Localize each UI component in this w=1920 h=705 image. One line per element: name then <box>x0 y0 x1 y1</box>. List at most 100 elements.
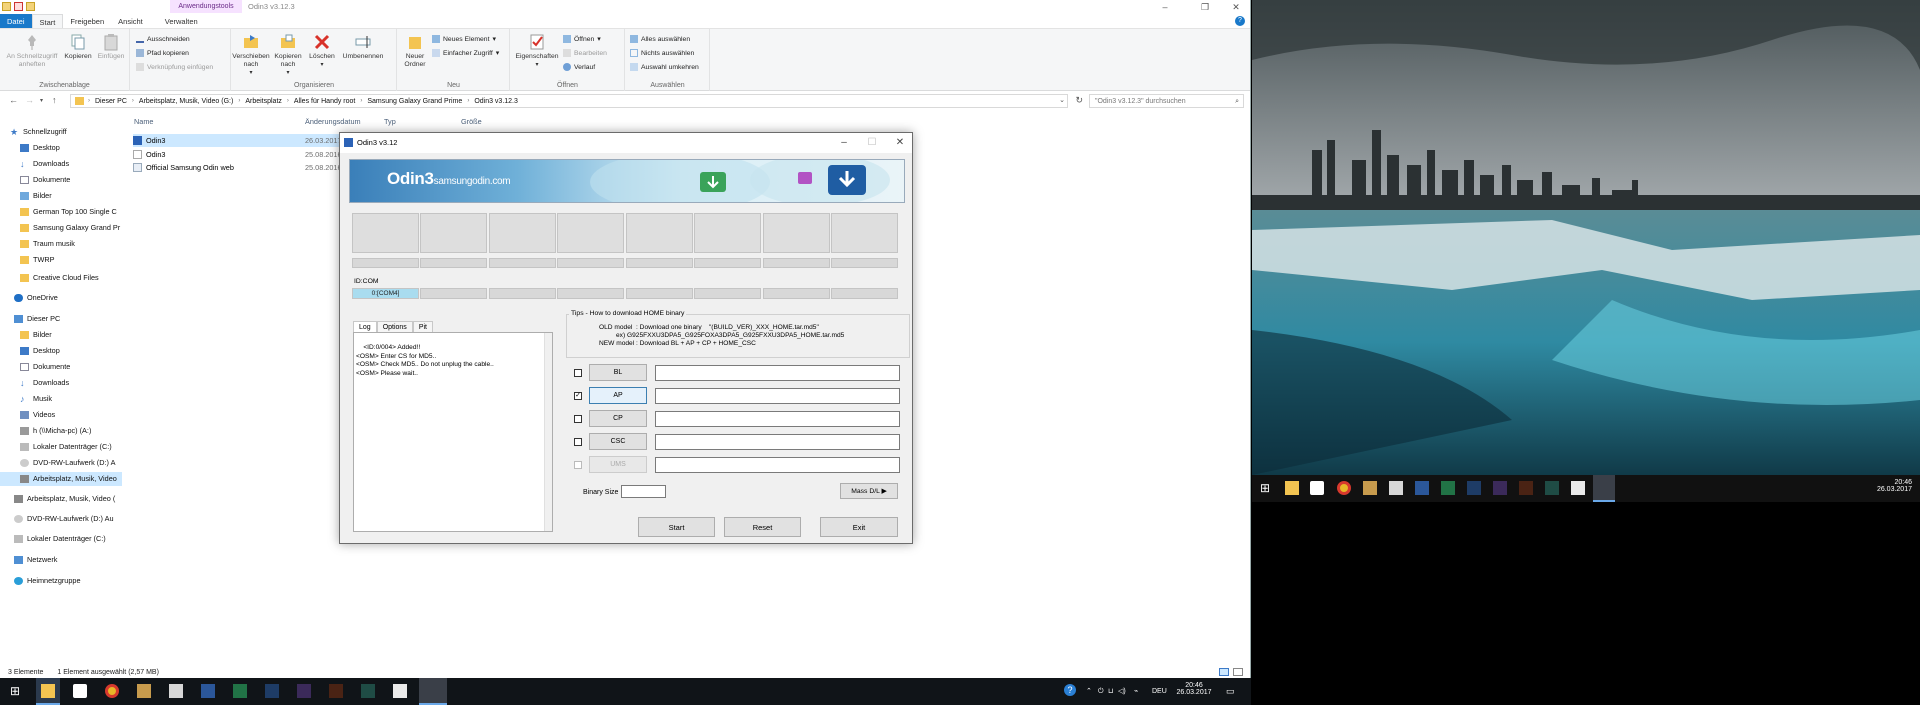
tab-ansicht[interactable]: Ansicht <box>111 14 150 28</box>
store-icon[interactable] <box>73 684 87 698</box>
nav-item-drive-c[interactable]: Lokaler Datenträger (C:) <box>14 532 122 546</box>
power-icon[interactable]: ⌁ <box>1134 678 1138 705</box>
windows-start-icon[interactable]: ⊞ <box>10 684 24 698</box>
app-icon[interactable] <box>1389 481 1403 495</box>
cp-checkbox[interactable] <box>574 415 582 423</box>
odin-taskbar-icon[interactable] <box>419 678 447 705</box>
breadcrumb-item[interactable]: Alles für Handy root <box>289 98 360 105</box>
file-row[interactable]: Odin3 26.03.2017 <box>133 134 343 147</box>
nav-item-folder[interactable]: Traum musik <box>20 237 122 251</box>
language-indicator[interactable]: DEU <box>1152 678 1167 705</box>
maximize-icon[interactable]: ❐ <box>1190 0 1220 14</box>
volume-icon[interactable]: ◁) <box>1118 678 1126 705</box>
media-icon[interactable] <box>1363 481 1377 495</box>
recent-chevron-icon[interactable]: ▾ <box>40 97 43 104</box>
nav-item-network[interactable]: Netzwerk <box>14 553 122 567</box>
address-dropdown-icon[interactable]: ⌄ <box>1059 96 1065 104</box>
up-icon[interactable]: ↑ <box>52 95 57 105</box>
cp-path-field[interactable] <box>655 411 900 427</box>
refresh-icon[interactable]: ↻ <box>1075 95 1083 106</box>
tab-start[interactable]: Start <box>31 14 64 28</box>
app-icon[interactable] <box>169 684 183 698</box>
select-all-button[interactable]: Alles auswählen <box>630 35 690 43</box>
history-button[interactable]: Verlauf <box>563 63 595 71</box>
new-folder-icon[interactable] <box>26 2 35 11</box>
ccleaner-icon[interactable] <box>1571 481 1585 495</box>
nav-item-documents[interactable]: Dokumente📌 <box>20 173 122 187</box>
file-row[interactable]: Odin3 25.08.2016 <box>133 148 343 161</box>
chrome-icon[interactable] <box>105 684 119 698</box>
csc-path-field[interactable] <box>655 434 900 450</box>
ap-checkbox[interactable]: ✓ <box>574 392 582 400</box>
nav-item-homegroup[interactable]: Heimnetzgruppe <box>14 574 122 588</box>
nav-item-drive-c[interactable]: Lokaler Datenträger (C:) <box>20 440 122 454</box>
close-icon[interactable]: ✕ <box>886 133 914 153</box>
back-icon[interactable]: ← <box>9 95 18 105</box>
cut-button[interactable]: Ausschneiden <box>136 35 190 43</box>
breadcrumb-item[interactable]: Odin3 v3.12.3 <box>469 98 523 105</box>
maximize-icon[interactable]: ☐ <box>858 133 886 153</box>
nav-item-drive-g[interactable]: Arbeitsplatz, Musik, Video ( <box>14 492 122 506</box>
folder-icon[interactable] <box>2 2 11 11</box>
tab-options[interactable]: Options <box>376 321 413 332</box>
file-explorer-icon[interactable] <box>1285 481 1299 495</box>
close-icon[interactable]: ✕ <box>1221 0 1250 14</box>
start-button[interactable]: Start <box>638 517 715 537</box>
tiles-view-icon[interactable] <box>1233 668 1243 676</box>
after-effects-icon[interactable] <box>1493 481 1507 495</box>
forward-icon[interactable]: → <box>25 95 34 105</box>
search-input[interactable]: "Odin3 v3.12.3" durchsuchen ⌕ <box>1089 94 1244 108</box>
file-row[interactable]: Official Samsung Odin web 25.08.2016 <box>133 161 343 174</box>
tab-verwalten[interactable]: Verwalten <box>158 14 205 28</box>
excel-icon[interactable] <box>233 684 247 698</box>
nav-item-this-pc[interactable]: Dieser PC <box>14 312 122 326</box>
mass-dl-button[interactable]: Mass D/L ▶ <box>840 483 898 499</box>
odin-taskbar-icon[interactable] <box>1593 475 1615 502</box>
nav-item-pictures[interactable]: Bilder📌 <box>20 189 122 203</box>
clock[interactable]: 20:46 26.03.2017 <box>1176 678 1212 705</box>
nav-item-folder[interactable]: TWRP <box>20 253 122 267</box>
breadcrumb-item[interactable]: Dieser PC <box>90 98 132 105</box>
tray-icon[interactable]: ⏻ <box>1098 678 1104 705</box>
secondary-clock[interactable]: 20:46 26.03.2017 <box>1877 475 1912 502</box>
illustrator-icon[interactable] <box>1519 481 1533 495</box>
nav-item-music[interactable]: ♪ Musik <box>20 392 122 406</box>
tray-chevron-icon[interactable]: ⌃ <box>1086 678 1092 705</box>
delete-button[interactable]: Löschen ▾ <box>307 33 337 69</box>
context-tab-label[interactable]: Anwendungstools <box>170 0 242 13</box>
breadcrumb-item[interactable]: Arbeitsplatz <box>240 98 287 105</box>
log-scrollbar[interactable] <box>544 333 552 531</box>
nav-item-dvd-drive[interactable]: DVD-RW-Laufwerk (D:) A <box>20 456 122 470</box>
store-icon[interactable] <box>1310 481 1324 495</box>
ums-checkbox[interactable] <box>574 461 582 469</box>
breadcrumb-item[interactable]: Arbeitsplatz, Musik, Video (G:) <box>134 98 238 105</box>
after-effects-icon[interactable] <box>297 684 311 698</box>
copy-to-button[interactable]: Kopieren nach ▾ <box>270 33 306 77</box>
column-name[interactable]: Name <box>134 117 153 126</box>
open-button[interactable]: Öffnen ▾ <box>563 35 601 43</box>
nav-item-folder[interactable]: German Top 100 Single C <box>20 205 122 219</box>
nav-item-documents[interactable]: Dokumente <box>20 360 122 374</box>
copy-button[interactable]: Kopieren <box>64 33 92 61</box>
csc-button[interactable]: CSC <box>589 433 647 450</box>
invert-selection-button[interactable]: Auswahl umkehren <box>630 63 699 71</box>
details-view-icon[interactable] <box>1219 668 1229 676</box>
bl-path-field[interactable] <box>655 365 900 381</box>
word-icon[interactable] <box>1415 481 1429 495</box>
nav-item-pictures[interactable]: Bilder <box>20 328 122 342</box>
windows-start-icon[interactable]: ⊞ <box>1260 481 1274 495</box>
breadcrumb-item[interactable]: Samsung Galaxy Grand Prime <box>362 98 467 105</box>
nav-item-folder[interactable]: Samsung Galaxy Grand Pr <box>20 221 122 235</box>
nav-item-drive-g-selected[interactable]: Arbeitsplatz, Musik, Video <box>0 472 122 486</box>
edit-button[interactable]: Bearbeiten <box>563 49 607 57</box>
nav-item-desktop[interactable]: Desktop <box>20 344 122 358</box>
nav-item-videos[interactable]: Videos <box>20 408 122 422</box>
excel-icon[interactable] <box>1441 481 1455 495</box>
illustrator-icon[interactable] <box>329 684 343 698</box>
nav-item-onedrive[interactable]: OneDrive <box>14 291 122 305</box>
tab-log[interactable]: Log <box>353 321 377 332</box>
paste-link-button[interactable]: Verknüpfung einfügen <box>136 63 213 71</box>
ap-path-field[interactable] <box>655 388 900 404</box>
ap-button[interactable]: AP <box>589 387 647 404</box>
select-none-button[interactable]: Nichts auswählen <box>630 49 694 57</box>
